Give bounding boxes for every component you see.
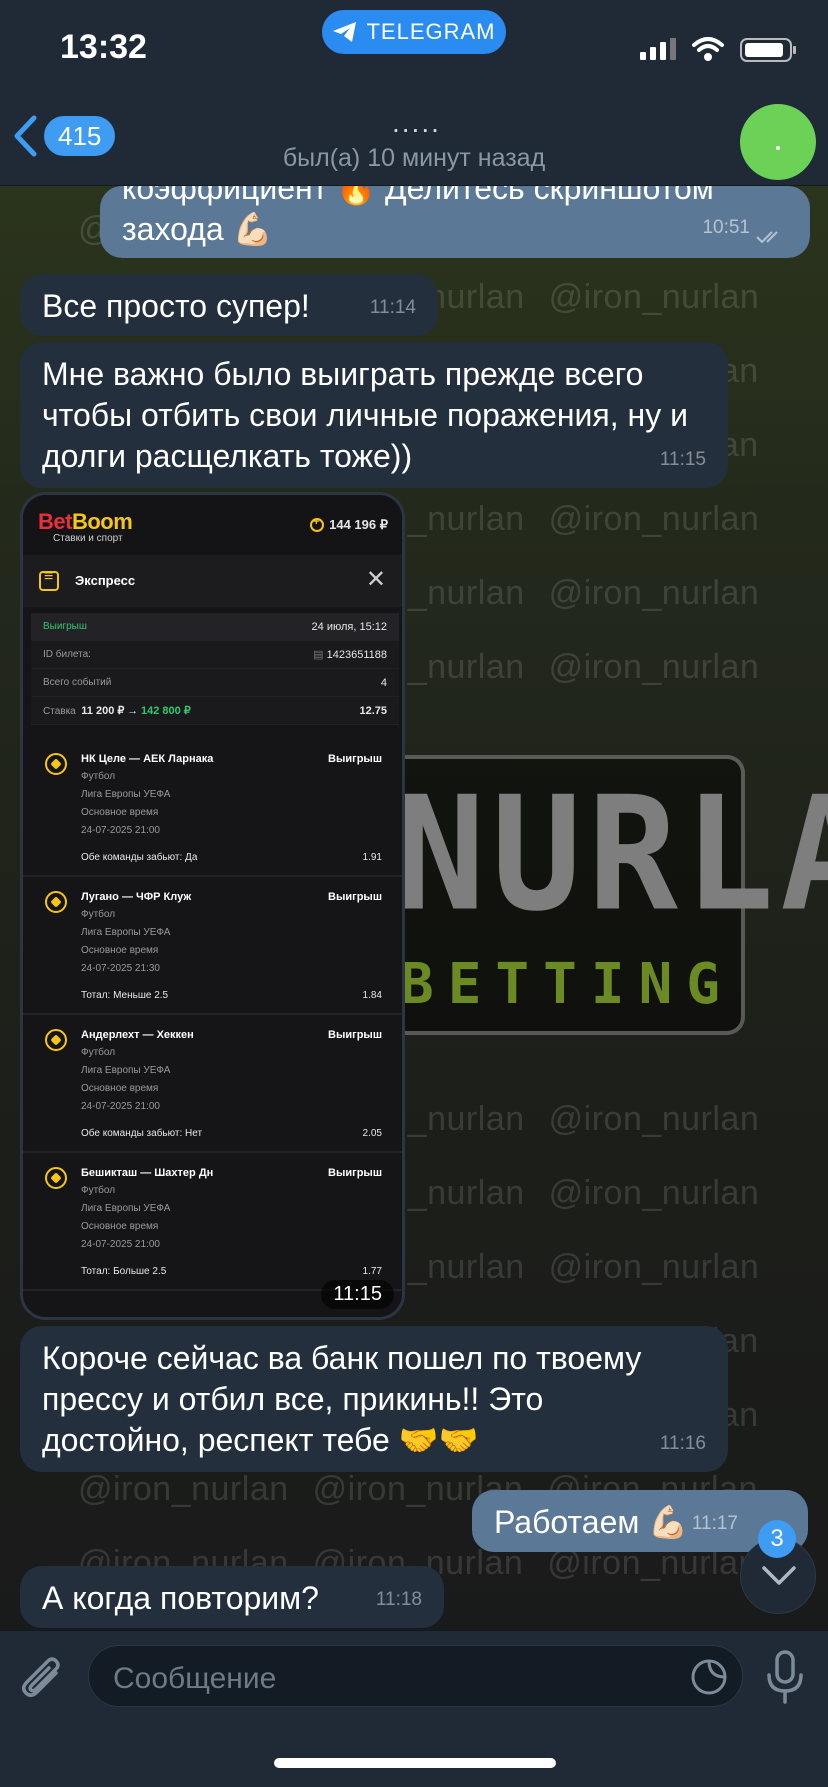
telegram-icon [333,22,357,42]
bet-slip-image[interactable]: BetBoom Ставки и спорт 144 196 ₽ Экспрес… [20,492,405,1320]
typing-indicator: ..... [392,107,441,138]
wifi-icon [692,37,724,61]
message-time: 11:15 [659,449,706,470]
message-time: 11:17 [691,1513,738,1534]
message-text: Работаем 💪🏻 [494,1504,689,1540]
message-text: Мне важно было выиграть прежде всего что… [42,356,688,474]
bet-event: НК Целе — АЕК Ларнака Выигрыш Футбол Лиг… [23,739,402,877]
football-icon [45,753,67,775]
betslip-summary: Выигрыш 24 июля, 15:12 ID билета: ▤ 142365… [31,613,399,725]
bet-event: Андерлехт — Хеккен Выигрыш Футбол Лига Е… [23,1015,402,1153]
betboom-tagline: Ставки и спорт [53,533,123,544]
bet-event: Бешикташ — Шахтер Дн Выигрыш Футбол Лига… [23,1153,402,1291]
paperclip-icon[interactable] [20,1653,66,1705]
message-text: А когда повторим? [42,1580,319,1616]
message-time: 11:14 [369,297,416,318]
message-time: 11:15 [321,1280,394,1309]
betslip-title: Экспресс [75,573,136,588]
message-input[interactable]: Сообщение [88,1645,743,1707]
battery-icon [740,38,796,62]
status-bar: 13:32 TELEGRAM [0,0,828,92]
message-time: 10:51 [702,217,750,238]
message-text: Все просто супер! [42,288,310,324]
football-icon [45,1167,67,1189]
status-time: 13:32 [60,28,147,66]
football-icon [45,891,67,913]
avatar[interactable] [740,104,816,180]
last-seen-status[interactable]: был(а) 10 минут назад [0,144,828,173]
bet-event: Лугано — ЧФР Клуж Выигрыш Футбол Лига Ев… [23,877,402,1015]
chevron-down-icon [762,1566,796,1585]
avatar-dot [776,146,780,150]
sticker-icon[interactable] [690,1658,728,1696]
brand-logo-subtext: BETTING [400,952,735,1017]
message-bubble-incoming[interactable]: А когда повторим? 11:18 [20,1566,444,1628]
message-bubble-incoming[interactable]: Короче сейчас ва банк пошел по твоему пр… [20,1326,728,1472]
close-icon: ✕ [365,566,386,593]
telegram-pill-label: TELEGRAM [366,19,496,44]
message-input-placeholder: Сообщение [113,1662,277,1695]
unread-mentions-badge: 3 [758,1520,796,1558]
read-checkmarks-icon [756,231,778,244]
message-time: 11:16 [659,1433,706,1454]
signal-icon [640,38,676,60]
home-indicator[interactable] [274,1758,556,1768]
message-bubble-incoming[interactable]: Все просто супер! 11:14 [20,274,438,336]
betslip-header: Экспресс ✕ [23,555,402,607]
coin-icon [310,516,325,532]
message-text: Короче сейчас ва банк пошел по твоему пр… [42,1340,642,1458]
betboom-logo: BetBoom [38,509,133,534]
balance: 144 196 ₽ [310,516,388,533]
microphone-icon[interactable] [765,1649,805,1705]
brand-logo-text: NURLAN [395,763,828,947]
list-icon [39,568,59,591]
message-time: 11:18 [375,1589,422,1610]
football-icon [45,1029,67,1051]
betslip-topbar: BetBoom Ставки и спорт 144 196 ₽ [23,495,402,555]
telegram-pill[interactable]: TELEGRAM [322,10,506,54]
message-bubble-incoming[interactable]: Мне важно было выиграть прежде всего что… [20,342,728,488]
copy-icon: ▤ [313,649,327,661]
